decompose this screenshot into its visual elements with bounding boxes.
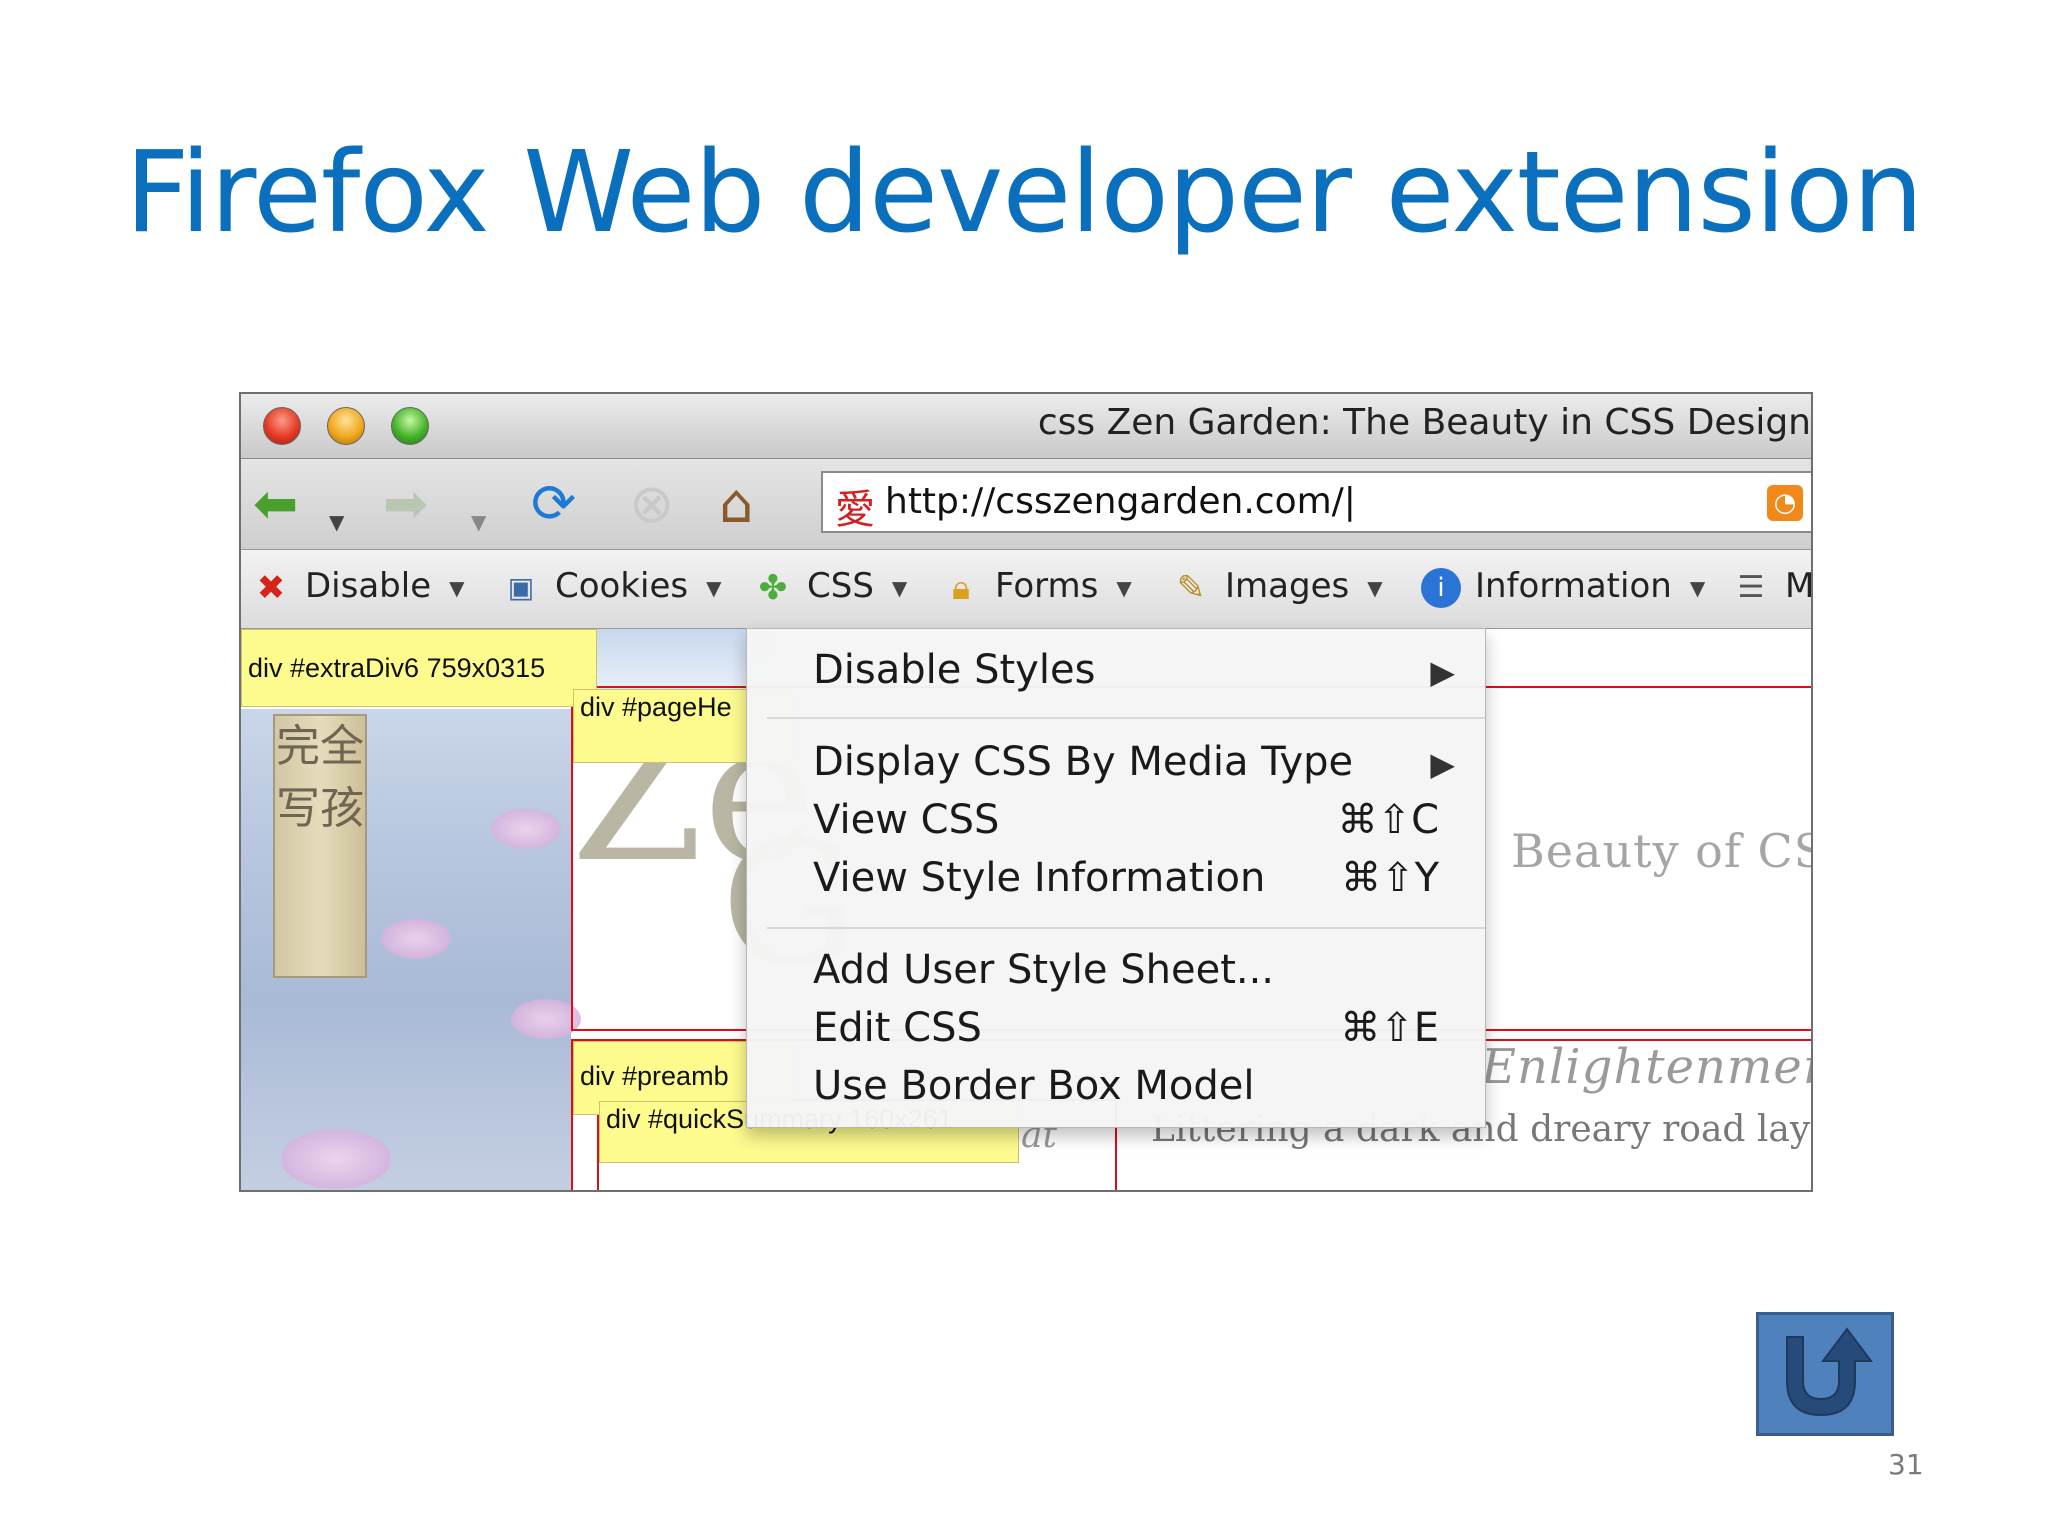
sky-background [571, 629, 771, 689]
site-favicon-icon: 愛 [835, 487, 875, 533]
menu-separator [767, 717, 1485, 719]
forms-lock-icon: 🔒︎ [951, 567, 971, 608]
toolbar-css-label: CSS [807, 566, 874, 606]
images-wand-icon: ✎ [1176, 567, 1206, 608]
home-icon[interactable]: ⌂ [719, 477, 753, 531]
information-icon: i [1421, 567, 1461, 608]
dropdown-arrow-icon: ▼ [1367, 575, 1383, 600]
beauty-subtitle: Beauty of CSS [1511, 824, 1811, 878]
forward-dropdown-icon[interactable]: ▼ [471, 495, 486, 549]
url-text: http://csszengarden.com/| [885, 481, 1356, 522]
menu-item-label: Use Border Box Model [813, 1063, 1255, 1109]
slide-title: Firefox Web developer extension [125, 128, 1924, 258]
navigation-toolbar: ⬅ ▼ ➡ ▼ ⟳ ⊗ ⌂ 愛 http://csszengarden.com/… [241, 459, 1811, 550]
submenu-arrow-icon: ▶ [1430, 745, 1455, 783]
toolbar-forms-label: Forms [995, 566, 1099, 606]
close-window-button[interactable] [263, 407, 301, 445]
menu-item-label: Disable Styles [813, 647, 1096, 693]
lotus-flower-image [281, 1129, 391, 1189]
toolbar-disable-menu[interactable]: ✖ Disable ▼ [251, 566, 465, 608]
menu-item-shortcut: ⌘⇧E [1340, 1005, 1439, 1051]
toolbar-disable-label: Disable [305, 566, 432, 606]
menu-separator [767, 927, 1485, 929]
toolbar-more-label: M [1785, 566, 1813, 606]
toolbar-forms-menu[interactable]: 🔒︎ Forms ▼ [941, 566, 1132, 608]
url-bar[interactable]: 愛 http://csszengarden.com/| ◔ [821, 471, 1811, 533]
zoom-window-button[interactable] [391, 407, 429, 445]
back-arrow-icon[interactable]: ⬅ [253, 477, 298, 531]
toolbar-images-label: Images [1225, 566, 1350, 606]
return-button[interactable] [1756, 1312, 1894, 1436]
reload-icon[interactable]: ⟳ [531, 477, 576, 531]
dropdown-arrow-icon: ▼ [449, 575, 465, 600]
window-title: css Zen Garden: The Beauty in CSS Design [1037, 402, 1811, 443]
extra-div-label: div #extraDiv6 759x0315 [241, 629, 597, 707]
toolbar-information-label: Information [1475, 566, 1672, 606]
stop-icon[interactable]: ⊗ [629, 477, 674, 531]
menu-item-shortcut: ⌘⇧C [1337, 797, 1439, 843]
menu-item-label: Display CSS By Media Type [813, 739, 1354, 785]
calligraphy-scroll: 完全写孩 [273, 714, 367, 978]
toolbar-more-menu[interactable]: ☰ M [1731, 566, 1813, 608]
menu-item-label: Add User Style Sheet... [813, 947, 1275, 993]
back-dropdown-icon[interactable]: ▼ [329, 495, 344, 549]
toolbar-cookies-label: Cookies [555, 566, 689, 606]
dropdown-arrow-icon: ▼ [1116, 575, 1132, 600]
cookies-icon: ▣ [507, 570, 535, 604]
menu-item-label: View CSS [813, 797, 1000, 843]
menu-item-shortcut: ⌘⇧Y [1341, 855, 1439, 901]
lotus-flower-image [381, 919, 451, 959]
menu-item-label: Edit CSS [813, 1005, 982, 1051]
forward-arrow-icon[interactable]: ➡ [383, 477, 428, 531]
title-bar: css Zen Garden: The Beauty in CSS Design [241, 394, 1811, 459]
u-turn-arrow-icon [1786, 1327, 1873, 1417]
list-icon: ☰ [1737, 569, 1765, 605]
dropdown-arrow-icon: ▼ [1689, 575, 1706, 600]
toolbar-information-menu[interactable]: i Information ▼ [1421, 566, 1705, 608]
enlightenment-heading: Enlightenment [1481, 1039, 1811, 1095]
toolbar-images-menu[interactable]: ✎ Images ▼ [1171, 566, 1383, 608]
submenu-arrow-icon: ▶ [1430, 653, 1455, 691]
css-dropdown-menu: Disable Styles ▶ Display CSS By Media Ty… [746, 628, 1486, 1128]
page-number: 31 [1888, 1448, 1924, 1481]
css-puzzle-icon: ✤ [758, 567, 788, 608]
web-developer-toolbar: ✖ Disable ▼ ▣ Cookies ▼ ✤ CSS ▼ 🔒︎ Forms ▼ ✎ Imag… [241, 550, 1811, 629]
lotus-flower-image [491, 809, 561, 849]
rss-feed-icon[interactable]: ◔ [1767, 485, 1803, 521]
menu-item-label: View Style Information [813, 855, 1266, 901]
dropdown-arrow-icon: ▼ [706, 575, 722, 600]
toolbar-css-menu[interactable]: ✤ CSS ▼ [753, 566, 908, 608]
minimize-window-button[interactable] [327, 407, 365, 445]
toolbar-cookies-menu[interactable]: ▣ Cookies ▼ [501, 566, 722, 608]
dropdown-arrow-icon: ▼ [891, 575, 908, 600]
disable-x-icon: ✖ [256, 567, 286, 608]
